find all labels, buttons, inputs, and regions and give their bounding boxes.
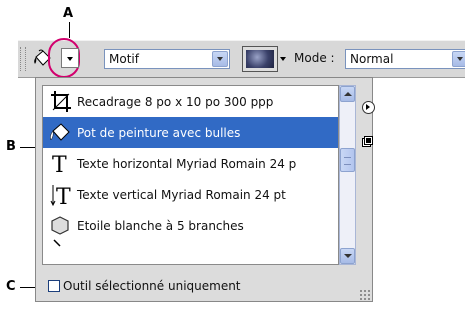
mode-label: Mode : [294,51,335,65]
svg-text:T: T [56,185,71,210]
pattern-swatch-icon [246,50,274,68]
preset-item-label: Etoile blanche à 5 branches [77,218,244,233]
callout-a-line [69,22,70,38]
callout-a: A [63,6,74,21]
tool-preset-list: Recadrage 8 po x 10 po 300 ppp Pot de pe… [42,85,339,265]
preset-item-paint-bucket[interactable]: Pot de peinture avec bulles [43,117,338,148]
tool-preset-picker-panel: Recadrage 8 po x 10 po 300 ppp Pot de pe… [35,77,375,302]
mode-value: Normal [350,52,394,66]
horizontal-type-icon: T [43,148,77,179]
fill-source-select[interactable]: Motif [104,49,230,69]
callout-c: C [6,279,16,294]
picker-menu-icon[interactable] [362,101,375,114]
dropdown-arrow-icon[interactable] [452,51,465,67]
chevron-down-icon [67,57,73,61]
scroll-down-button[interactable] [340,248,355,264]
svg-text:T: T [52,153,67,178]
preset-item-crop[interactable]: Recadrage 8 po x 10 po 300 ppp [43,86,338,117]
pattern-swatch[interactable] [242,46,278,72]
pattern-picker-button[interactable] [278,49,289,69]
preset-item-label: Pot de peinture avec bulles [77,125,241,140]
current-tool-only-checkbox[interactable] [48,280,60,292]
crop-icon [43,86,77,117]
panel-resize-grip[interactable] [359,289,370,300]
tool-preset-picker-button[interactable] [61,48,79,68]
chevron-down-icon [280,57,286,61]
dropdown-arrow-icon[interactable] [212,51,228,67]
preset-item-label: Recadrage 8 po x 10 po 300 ppp [77,94,274,109]
tool-options-bar: Motif Mode : Normal [18,38,465,78]
options-bar-grip[interactable] [20,47,26,71]
preset-item-polygon[interactable]: Etoile blanche à 5 branches [43,210,338,241]
vertical-type-icon: T [43,179,77,210]
preset-item-vertical-type[interactable]: T Texte vertical Myriad Romain 24 pt [43,179,338,210]
new-preset-icon[interactable] [362,136,373,147]
scroll-thumb[interactable] [340,148,355,172]
current-tool-only-option[interactable]: Outil sélectionné uniquement [48,279,241,293]
preset-item-partial [43,238,338,261]
preset-item-horizontal-type[interactable]: T Texte horizontal Myriad Romain 24 p [43,148,338,179]
fill-source-value: Motif [109,52,139,66]
paint-bucket-icon [43,117,77,148]
preset-item-label: Texte vertical Myriad Romain 24 pt [77,187,286,202]
preset-item-label: Texte horizontal Myriad Romain 24 p [77,156,297,171]
mode-select[interactable]: Normal [345,49,465,69]
current-tool-only-label: Outil sélectionné uniquement [63,279,241,293]
line-tool-icon [43,236,77,265]
callout-b: B [6,139,16,154]
scroll-up-button[interactable] [340,86,355,102]
preset-list-scrollbar[interactable] [339,85,356,265]
